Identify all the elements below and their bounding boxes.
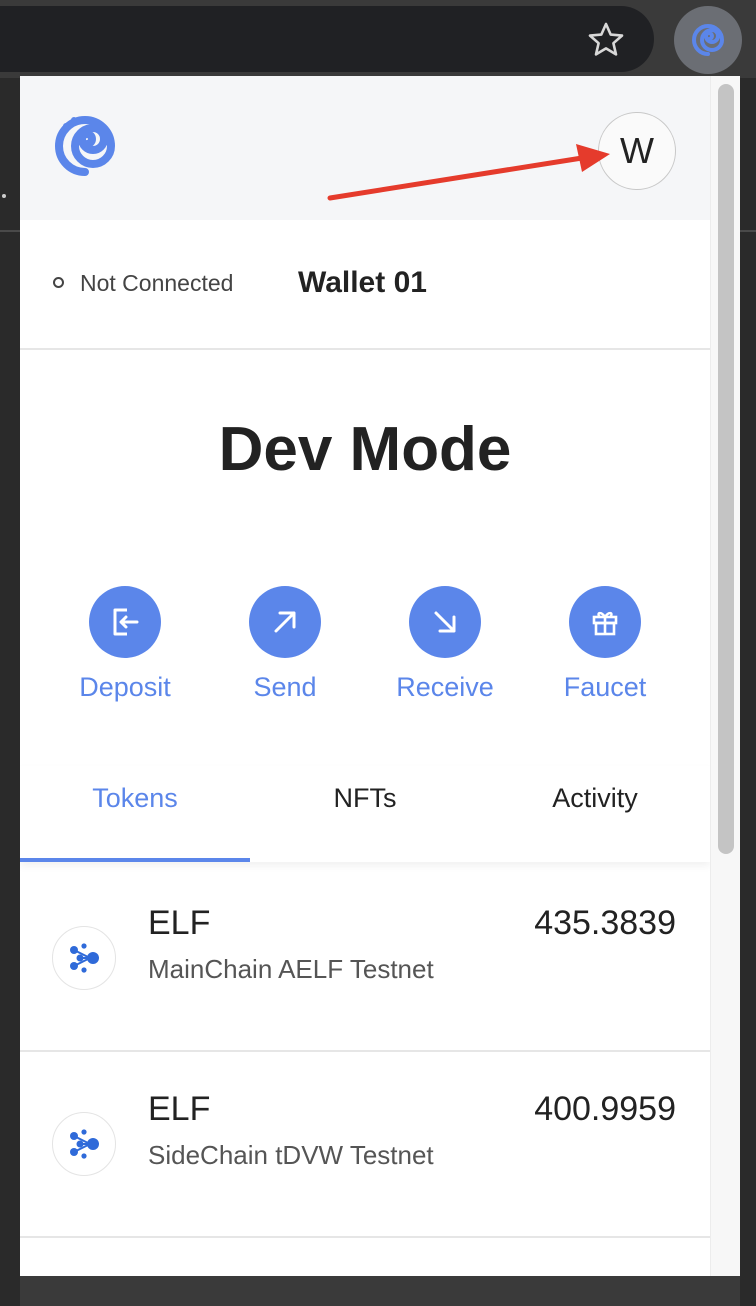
token-row[interactable]: ELF MainChain AELF Testnet 435.3839 <box>20 864 710 1052</box>
arrow-down-right-icon <box>434 611 456 633</box>
token-balance: 435.3839 <box>534 904 676 942</box>
deposit-label: Deposit <box>79 672 171 702</box>
wallet-popup: W Not Connected Wallet 01 Dev Mode Depos… <box>20 76 740 1276</box>
receive-button[interactable]: Receive <box>380 586 510 703</box>
send-button[interactable]: Send <box>220 586 350 703</box>
tab-activity[interactable]: Activity <box>480 766 710 862</box>
send-label: Send <box>253 672 317 702</box>
deposit-button[interactable]: Deposit <box>60 586 190 703</box>
token-balance: 400.9959 <box>534 1090 676 1128</box>
faucet-label: Faucet <box>563 672 647 702</box>
tab-tokens[interactable]: Tokens <box>20 766 250 862</box>
wallet-name[interactable]: Wallet 01 <box>298 266 427 300</box>
faucet-button[interactable]: Faucet <box>540 586 670 703</box>
connection-status: Not Connected <box>80 270 234 296</box>
page-background-right <box>740 78 756 1306</box>
scrollbar-thumb[interactable] <box>718 84 734 854</box>
elf-token-icon <box>52 926 116 990</box>
browser-toolbar <box>0 0 756 78</box>
gift-icon <box>592 611 618 636</box>
receive-label: Receive <box>396 672 494 702</box>
token-chain: SideChain tDVW Testnet <box>148 1140 434 1170</box>
page-title: Dev Mode <box>218 415 512 484</box>
star-outline-icon[interactable] <box>586 20 626 60</box>
deposit-icon <box>113 608 139 636</box>
tab-nfts[interactable]: NFTs <box>250 766 480 862</box>
connection-status-icon <box>53 277 64 288</box>
tab-bar: Tokens NFTs Activity <box>20 766 710 862</box>
active-tab-indicator <box>20 858 250 862</box>
extension-button[interactable] <box>674 6 742 74</box>
elf-token-icon <box>52 1112 116 1176</box>
swirl-logo-icon <box>692 24 725 56</box>
address-bar[interactable] <box>0 6 654 72</box>
token-chain: MainChain AELF Testnet <box>148 954 434 984</box>
token-symbol: ELF <box>148 1090 211 1128</box>
annotation-arrow <box>327 144 610 201</box>
arrow-up-right-icon <box>274 611 296 633</box>
page-background-left <box>0 78 20 1306</box>
token-symbol: ELF <box>148 904 211 942</box>
swirl-logo-icon <box>52 112 118 178</box>
token-row[interactable]: ELF SideChain tDVW Testnet 400.9959 <box>20 1050 710 1238</box>
